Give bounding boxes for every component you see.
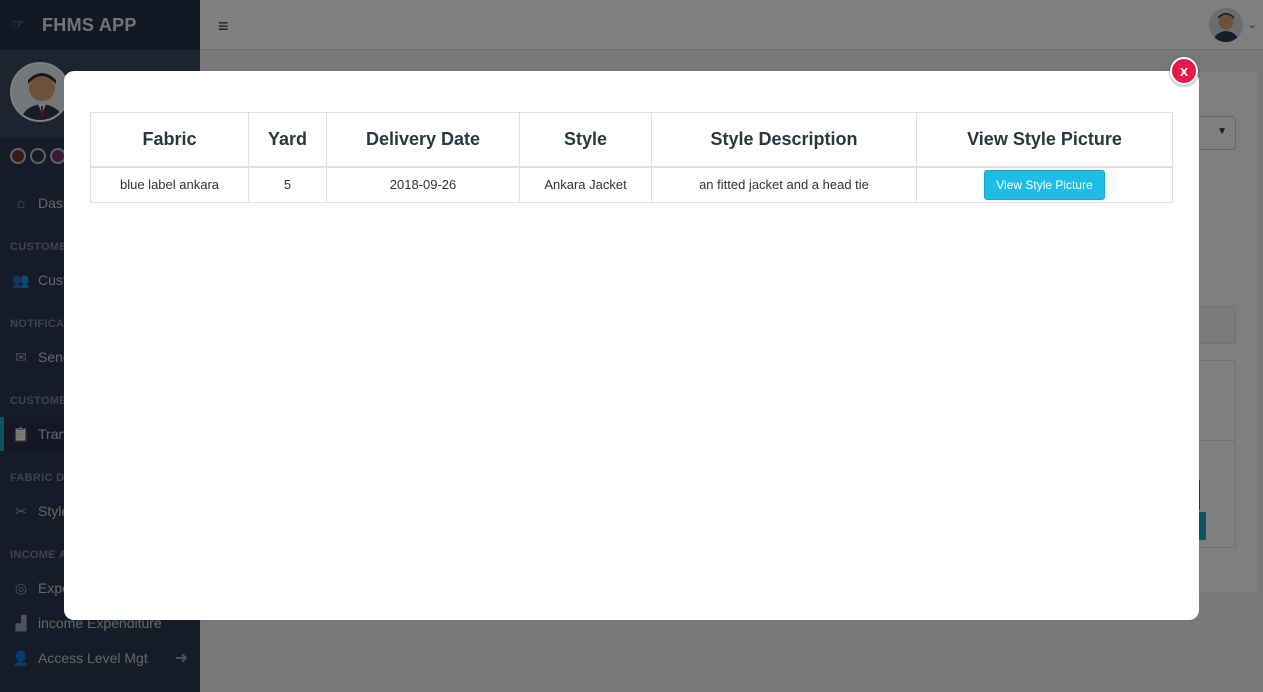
cell-style-description: an fitted jacket and a head tie [651,166,917,203]
column-header-delivery-date: Delivery Date [326,112,520,168]
column-header-style: Style [519,112,652,168]
cell-delivery-date: 2018-09-26 [326,166,520,203]
order-details-table: Fabric Yard Delivery Date Style Style De… [90,112,1173,203]
close-modal-button[interactable]: x [1170,57,1198,85]
column-header-view-style-picture: View Style Picture [916,112,1173,168]
cell-fabric: blue label ankara [90,166,249,203]
column-header-yard: Yard [248,112,327,168]
cell-yard: 5 [248,166,327,203]
table-row: blue label ankara 5 2018-09-26 Ankara Ja… [90,166,1173,203]
style-details-modal: Fabric Yard Delivery Date Style Style De… [64,71,1199,620]
column-header-fabric: Fabric [90,112,249,168]
table-header-row: Fabric Yard Delivery Date Style Style De… [90,112,1173,168]
cell-action: View Style Picture [916,166,1173,203]
view-style-picture-button[interactable]: View Style Picture [984,169,1105,200]
column-header-style-description: Style Description [651,112,917,168]
cell-style: Ankara Jacket [519,166,652,203]
